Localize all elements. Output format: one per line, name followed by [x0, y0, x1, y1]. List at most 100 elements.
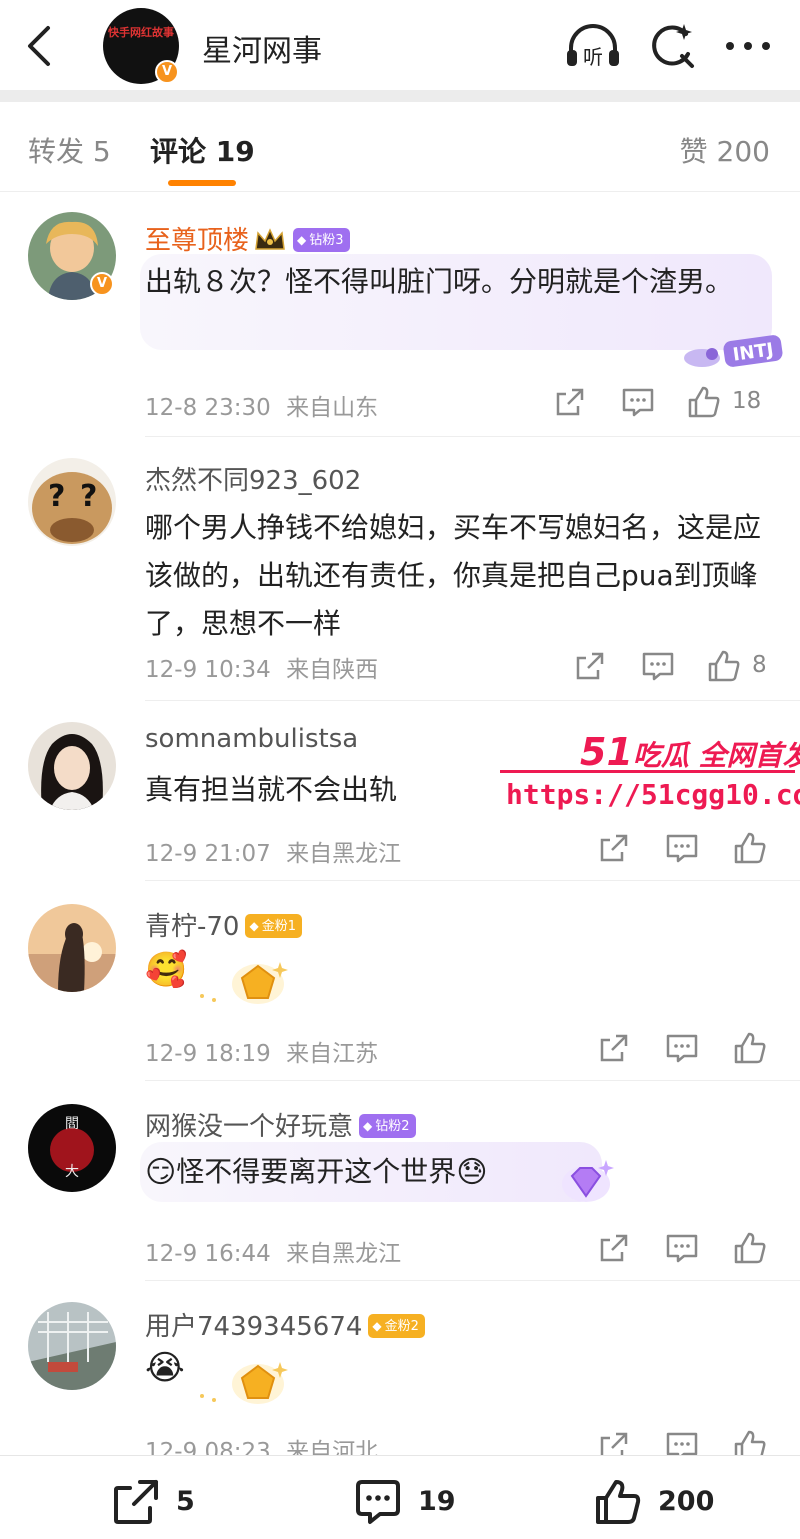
reply-icon[interactable]	[640, 648, 676, 688]
bottom-action-bar: 5 19 200	[0, 1455, 800, 1539]
reply-icon[interactable]	[664, 1428, 700, 1455]
user-avatar[interactable]: V	[28, 212, 116, 300]
comment-icon	[356, 1480, 400, 1524]
svg-text:大: 大	[65, 1164, 79, 1180]
user-avatar[interactable]	[28, 904, 116, 992]
reply-icon[interactable]	[620, 384, 656, 424]
comment-meta: 12-9 21:07 来自黑龙江	[145, 834, 401, 868]
comment-item: 閻 大 网猴没一个好玩意 ◆ 钻粉2 😏怪不得要离开这个世界😓 12-9 16:44…	[0, 1100, 800, 1282]
share-icon[interactable]	[596, 1230, 632, 1270]
forward-button[interactable]: 5	[110, 1476, 200, 1526]
comment-actions	[596, 830, 772, 870]
comment-author[interactable]: 网猴没一个好玩意 ◆ 钻粉2	[145, 1106, 416, 1143]
listen-label: 听	[583, 45, 603, 69]
watermark-brand: 51吃瓜 全网首发	[580, 730, 800, 774]
share-icon[interactable]	[552, 384, 588, 424]
smirk-emoji-icon: 😏	[145, 1155, 177, 1190]
fan-badge-label: 钻粉2	[375, 1118, 410, 1134]
share-icon[interactable]	[572, 648, 608, 688]
like-icon[interactable]	[706, 648, 742, 688]
reply-icon[interactable]	[664, 1030, 700, 1070]
verified-badge-icon: V	[90, 272, 114, 296]
fan-badge: ◆ 金粉1	[245, 913, 302, 938]
more-options-icon[interactable]	[722, 34, 774, 58]
comment-meta: 12-9 08:23 来自河北	[145, 1432, 378, 1455]
like-icon[interactable]	[732, 830, 768, 870]
comment-item: V 至尊顶楼 ◆ 钻粉3 出轨８次？怪不得叫脏门呀。分明就是个渣男。 INTJ 12…	[0, 208, 800, 438]
reply-icon[interactable]	[664, 1230, 700, 1270]
gold-fan-sticker	[190, 1356, 290, 1408]
forward-count: 5	[176, 1486, 195, 1517]
user-avatar[interactable]: 閻 大	[28, 1104, 116, 1192]
tab-comments[interactable]: 评论 19	[150, 130, 255, 170]
comment-time: 12-9 08:23	[145, 1439, 271, 1455]
user-avatar[interactable]	[28, 722, 116, 810]
comment-time: 12-9 10:34	[145, 657, 271, 683]
comment-divider	[145, 700, 800, 701]
diamond-icon: ◆	[363, 1118, 373, 1133]
comment-time: 12-9 18:19	[145, 1041, 271, 1067]
fan-badge-label: 金粉1	[261, 918, 296, 934]
comment-location: 来自黑龙江	[286, 841, 402, 867]
intj-sticker: INTJ	[676, 324, 786, 372]
diamond-icon: ◆	[297, 232, 307, 247]
comment-actions: 18	[552, 384, 772, 424]
comment-actions: 8	[572, 648, 772, 688]
share-icon[interactable]	[596, 830, 632, 870]
comment-text: 怪不得要离开这个世界	[176, 1155, 457, 1188]
page-title[interactable]: 星河网事	[202, 26, 322, 70]
comment-button[interactable]: 19	[352, 1476, 462, 1526]
comment-location: 来自山东	[286, 395, 379, 421]
crown-icon	[253, 227, 287, 253]
like-icon[interactable]	[732, 1230, 768, 1270]
comment-time: 12-8 23:30	[145, 395, 271, 421]
comment-author[interactable]: 至尊顶楼 ◆ 钻粉3	[145, 220, 350, 257]
tab-likes[interactable]: 赞 200	[680, 130, 770, 170]
share-icon[interactable]	[596, 1428, 632, 1455]
comment-divider	[145, 436, 800, 437]
comment-author[interactable]: 青柠-70 ◆ 金粉1	[145, 906, 302, 943]
share-icon[interactable]	[596, 1030, 632, 1070]
comment-author[interactable]: 用户7439345674 ◆ 金粉2	[145, 1306, 425, 1343]
comment-divider	[145, 880, 800, 881]
watermark-overlay: 51吃瓜 全网首发 https://51cgg10.com	[500, 722, 800, 818]
comment-divider	[145, 1280, 800, 1281]
like-count: 8	[752, 652, 767, 678]
back-arrow-icon[interactable]	[20, 22, 60, 70]
watermark-brand-number: 51	[580, 730, 633, 774]
comment-text: 出轨８次？怪不得叫脏门呀。分明就是个渣男。	[145, 265, 734, 298]
verified-badge-icon: V	[155, 60, 179, 84]
comment-location: 来自陕西	[286, 657, 379, 683]
comment-meta: 12-9 10:34 来自陕西	[145, 650, 378, 684]
comment-actions	[596, 1230, 772, 1270]
comment-text: 哪个男人挣钱不给媳妇，买车不写媳妇名，这是应该做的，出轨还有责任，你真是把自己p…	[145, 511, 762, 640]
comment-location: 来自河北	[286, 1439, 379, 1455]
like-button[interactable]: 200	[592, 1476, 722, 1526]
comment-author-name[interactable]: somnambulistsa	[145, 724, 358, 754]
top-bar: 快手网红故事 V 星河网事 听	[0, 0, 800, 92]
search-icon[interactable]	[646, 20, 698, 72]
comment-meta: 12-9 18:19 来自江苏	[145, 1034, 378, 1068]
comment-author-name[interactable]: 杰然不同923_602	[145, 460, 361, 497]
like-icon[interactable]	[686, 384, 722, 424]
gold-gem-icon: ◆	[249, 918, 259, 933]
comment-text-row: 😏怪不得要离开这个世界😓	[145, 1148, 605, 1197]
user-avatar[interactable]: ? ?	[28, 458, 116, 546]
header-divider	[0, 90, 800, 102]
comment-author-name: 至尊顶楼	[145, 226, 250, 256]
comment-author-name: 青柠-70	[145, 912, 240, 942]
like-icon[interactable]	[732, 1428, 768, 1455]
user-avatar[interactable]	[28, 1302, 116, 1390]
comment-item: 青柠-70 ◆ 金粉1 🥰 12-9 18:19 来自江苏	[0, 900, 800, 1082]
tab-forward[interactable]: 转发 5	[28, 130, 111, 170]
svg-text:?: ?	[80, 479, 97, 514]
listen-headphones-icon[interactable]: 听	[563, 20, 623, 72]
like-count: 18	[732, 388, 762, 414]
avatar-logo-text: 快手网红故事	[108, 26, 174, 39]
account-avatar[interactable]: 快手网红故事 V	[103, 8, 179, 84]
fan-badge: ◆ 钻粉2	[359, 1113, 416, 1138]
svg-text:?: ?	[48, 479, 65, 514]
like-icon[interactable]	[732, 1030, 768, 1070]
comment-meta: 12-8 23:30 来自山东	[145, 388, 378, 422]
reply-icon[interactable]	[664, 830, 700, 870]
